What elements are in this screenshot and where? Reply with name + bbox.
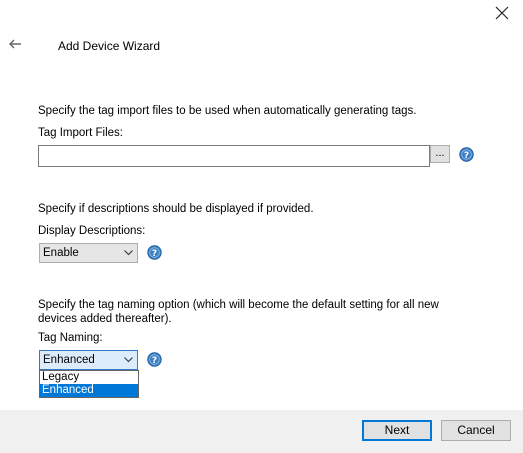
back-arrow-icon [9,39,21,49]
wizard-footer: Next Cancel [0,410,523,453]
tag-naming-help-button[interactable]: ? [147,352,162,367]
close-icon [495,6,509,20]
help-icon: ? [459,147,474,162]
display-descriptions-help-button[interactable]: ? [147,245,162,260]
chevron-down-icon [124,357,133,363]
help-icon: ? [147,245,162,260]
tag-naming-description: Specify the tag naming option (which wil… [38,299,439,325]
svg-text:?: ? [152,249,157,259]
help-icon: ? [147,352,162,367]
display-descriptions-select[interactable]: Enable [39,243,138,263]
dropdown-option-legacy[interactable]: Legacy [40,371,138,384]
tag-import-label: Tag Import Files: [38,127,123,139]
descriptions-description: Specify if descriptions should be displa… [38,203,314,215]
tag-naming-dropdown-list: Legacy Enhanced [39,370,139,398]
tag-import-description: Specify the tag import files to be used … [38,105,417,117]
window-title: Add Device Wizard [58,39,161,53]
tag-naming-value: Enhanced [43,354,95,366]
add-device-wizard-window: Add Device Wizard Specify the tag import… [0,0,523,453]
display-descriptions-value: Enable [43,247,79,259]
tag-import-files-input[interactable] [38,145,430,167]
close-button[interactable] [495,6,509,20]
svg-text:?: ? [152,356,157,366]
dropdown-option-enhanced[interactable]: Enhanced [40,384,138,397]
tag-naming-label: Tag Naming: [38,332,103,344]
display-descriptions-label: Display Descriptions: [38,225,146,237]
tag-import-help-button[interactable]: ? [459,147,474,162]
browse-button[interactable]: ... [430,145,450,163]
chevron-down-icon [124,250,133,256]
svg-text:?: ? [464,151,469,161]
tag-naming-select[interactable]: Enhanced [39,350,138,370]
cancel-button[interactable]: Cancel [441,420,511,441]
back-button[interactable] [8,37,22,51]
next-button[interactable]: Next [362,420,432,441]
